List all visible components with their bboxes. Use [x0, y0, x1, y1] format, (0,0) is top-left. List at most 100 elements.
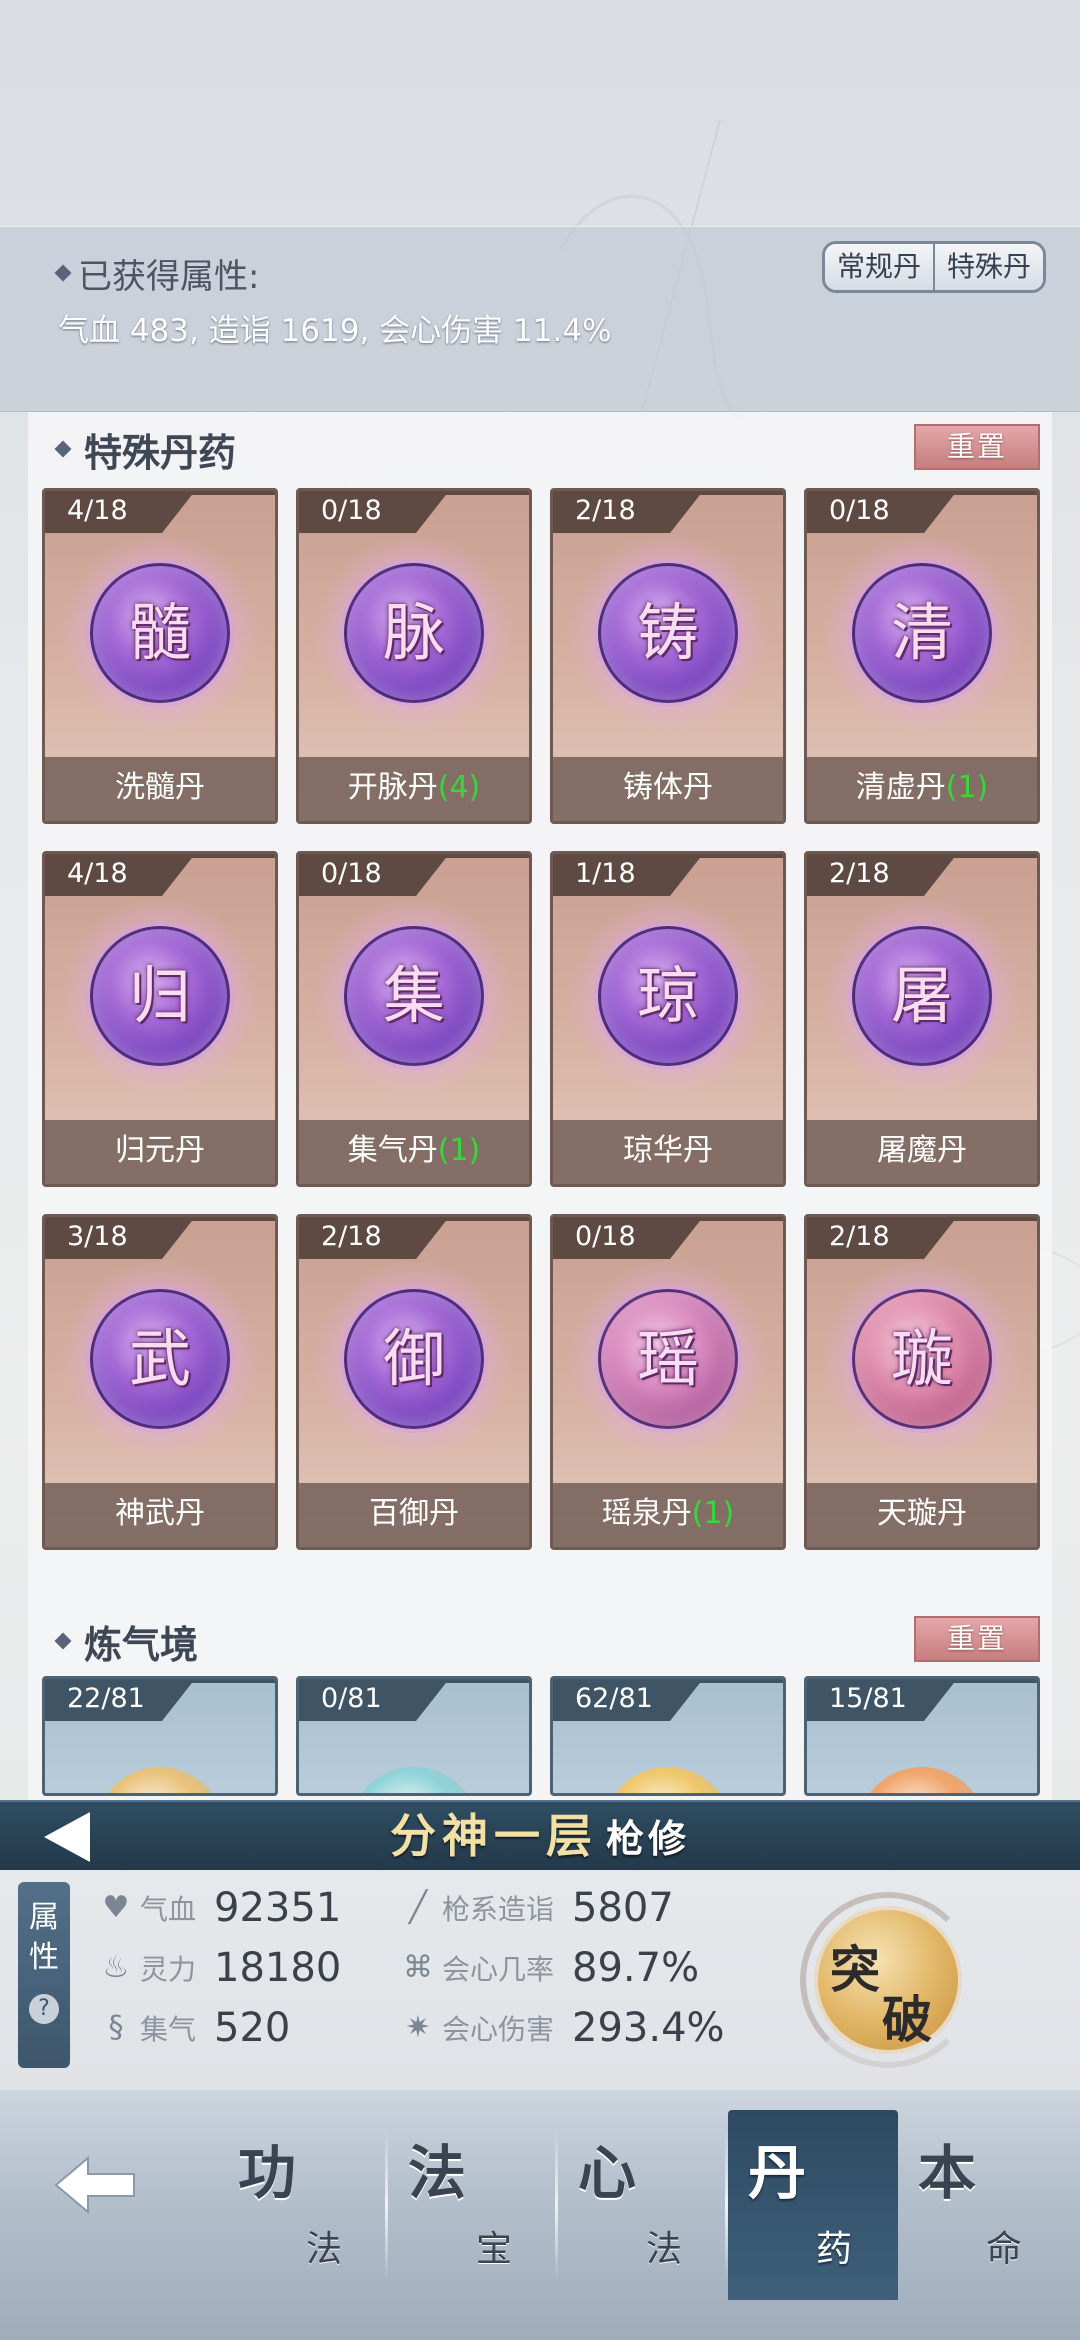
realm-job: 枪修	[605, 1817, 690, 1861]
nav-tab-sub-char: 命	[986, 2229, 1023, 2270]
pill-name: 铸体丹	[623, 770, 713, 805]
bottom-nav: 功法法宝心法丹药本命	[0, 2090, 1080, 2340]
pill-count: 1/18	[553, 854, 703, 896]
heart-icon: ♥	[102, 1890, 130, 1925]
pill-card[interactable]: 2/18 屠屠魔丹	[804, 851, 1040, 1187]
breakthrough-button[interactable]: 突 破	[800, 1880, 976, 2080]
toggle-regular-pills[interactable]: 常规丹	[824, 244, 933, 290]
pill-card[interactable]: 2/18 御百御丹	[296, 1214, 532, 1550]
pill-card[interactable]: 0/18 脉开脉丹(4)	[296, 488, 532, 824]
pill-name: 归元丹	[115, 1133, 205, 1168]
pill-card[interactable]: 4/18 髓洗髓丹	[42, 488, 278, 824]
pill-card[interactable]: 4/18 归归元丹	[42, 851, 278, 1187]
pill-orb-icon: 髓	[56, 535, 264, 731]
pill-count: 0/81	[299, 1679, 449, 1721]
pill-glyph: 集	[382, 959, 445, 1032]
pill-name: 清虚丹	[855, 770, 946, 805]
pill-count: 62/81	[553, 1679, 703, 1721]
pill-glyph: 清	[890, 596, 953, 669]
pill-name: 集气丹	[347, 1133, 438, 1168]
special-section-title: 特殊丹药	[56, 422, 236, 477]
pill-name-bar: 天璇丹	[807, 1483, 1037, 1547]
realm-bar: 分神一层 枪修	[0, 1800, 1080, 1870]
nav-tab[interactable]: 法宝	[388, 2110, 558, 2300]
pill-count: 22/81	[45, 1679, 195, 1721]
pill-glyph: 铸	[636, 596, 699, 669]
diamond-bullet-icon	[56, 264, 70, 284]
nav-tab[interactable]: 本命	[898, 2110, 1068, 2300]
attributes-side-tab[interactable]: 属 性 ?	[18, 1882, 70, 2068]
pill-glyph: 髓	[128, 596, 191, 669]
pill-orb-icon	[603, 1767, 733, 1793]
stat-label: 集气	[140, 2013, 197, 2046]
stat-spear: ╱ 枪系造诣 5807	[398, 1882, 674, 1934]
pill-glyph: 瑶	[636, 1322, 699, 1395]
pill-count: 0/18	[299, 491, 449, 533]
pill-name: 瑶泉丹	[601, 1496, 692, 1531]
stat-label: 会心伤害	[442, 2013, 555, 2046]
pill-orb-icon: 屠	[818, 898, 1026, 1094]
stat-label: 会心几率	[442, 1953, 555, 1986]
nav-tab-sub-char: 宝	[476, 2229, 513, 2270]
pill-card[interactable]: 0/18 瑶瑶泉丹(1)	[550, 1214, 786, 1550]
realm-title: 分神一层 枪修	[0, 1808, 1080, 1867]
stat-value: 92351	[214, 1885, 342, 1931]
stat-value: 89.7%	[572, 1945, 700, 1991]
stat-value: 293.4%	[572, 2005, 725, 2051]
nav-tab-main-char: 本	[918, 2139, 977, 2207]
pill-bonus: (1)	[945, 770, 989, 805]
pill-name: 开脉丹	[347, 770, 438, 805]
attribute-summary-banner: 已获得属性: 气血 483, 造诣 1619, 会心伤害 11.4% 常规丹 特…	[0, 226, 1080, 412]
help-icon[interactable]: ?	[29, 1994, 59, 2024]
qi-pill-card[interactable]: 22/81	[42, 1676, 278, 1796]
pill-count: 4/18	[45, 854, 195, 896]
pill-orb-icon: 集	[310, 898, 518, 1094]
pill-card[interactable]: 2/18 铸铸体丹	[550, 488, 786, 824]
pill-card[interactable]: 3/18 武神武丹	[42, 1214, 278, 1550]
qi-reset-button[interactable]: 重置	[914, 1616, 1040, 1662]
pill-card[interactable]: 0/18 集集气丹(1)	[296, 851, 532, 1187]
back-arrow-icon[interactable]	[50, 2150, 140, 2220]
pill-count: 2/18	[807, 854, 957, 896]
crit-rate-icon: ⌘	[403, 1950, 433, 1985]
pill-orb-icon: 琼	[564, 898, 772, 1094]
nav-tab-sub-char: 法	[306, 2229, 343, 2270]
special-section-header: 特殊丹药 重置	[28, 414, 1052, 484]
nav-tab[interactable]: 功法	[218, 2110, 388, 2300]
qi-pill-card[interactable]: 0/81	[296, 1676, 532, 1796]
pill-name-bar: 集气丹(1)	[299, 1120, 529, 1184]
nav-tab[interactable]: 心法	[558, 2110, 728, 2300]
pill-orb-icon: 御	[310, 1261, 518, 1457]
qi-section-title: 炼气境	[56, 1614, 198, 1669]
nav-tab-main-char: 心	[578, 2139, 637, 2207]
pill-type-toggle: 常规丹 特殊丹	[821, 241, 1046, 293]
pill-card[interactable]: 0/18 清清虚丹(1)	[804, 488, 1040, 824]
pill-name: 琼华丹	[623, 1133, 713, 1168]
spear-icon: ╱	[408, 1890, 428, 1925]
pill-count: 15/81	[807, 1679, 957, 1721]
pill-orb-icon: 璇	[818, 1261, 1026, 1457]
pill-glyph: 归	[128, 959, 191, 1032]
pill-name: 神武丹	[115, 1496, 205, 1531]
qi-pill-card[interactable]: 15/81	[804, 1676, 1040, 1796]
qi-pill-card[interactable]: 62/81	[550, 1676, 786, 1796]
pill-orb-icon: 铸	[564, 535, 772, 731]
toggle-special-pills[interactable]: 特殊丹	[932, 244, 1043, 290]
crit-damage-icon: ✷	[405, 2010, 431, 2045]
pill-name-bar: 开脉丹(4)	[299, 757, 529, 821]
summary-values: 气血 483, 造诣 1619, 会心伤害 11.4%	[58, 313, 612, 349]
nav-tab[interactable]: 丹药	[728, 2110, 898, 2300]
pill-name-bar: 清虚丹(1)	[807, 757, 1037, 821]
pill-name-bar: 神武丹	[45, 1483, 275, 1547]
nav-tab-sub-char: 法	[646, 2229, 683, 2270]
special-reset-button[interactable]: 重置	[914, 424, 1040, 470]
nav-tab-sub-char: 药	[816, 2229, 853, 2270]
pill-card[interactable]: 2/18 璇天璇丹	[804, 1214, 1040, 1550]
pill-name: 天璇丹	[877, 1496, 967, 1531]
pill-card[interactable]: 1/18 琼琼华丹	[550, 851, 786, 1187]
pill-glyph: 御	[382, 1322, 445, 1395]
summary-title: 已获得属性:	[56, 249, 259, 298]
realm-stage: 分神一层	[389, 1809, 598, 1863]
nav-tab-main-char: 功	[238, 2139, 297, 2207]
pill-name-bar: 洗髓丹	[45, 757, 275, 821]
